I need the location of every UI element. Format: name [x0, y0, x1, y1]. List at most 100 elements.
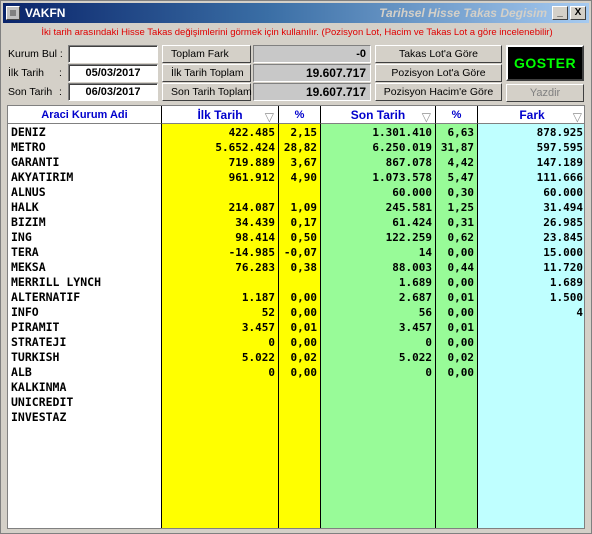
cell-name: MERRILL LYNCH — [11, 275, 102, 289]
cell-ilk: 76.283 — [235, 261, 275, 274]
table-row[interactable]: BIZIM 34.439 0,17 61.424 0,31 26.985 — [8, 215, 584, 230]
cell-name: METRO — [11, 140, 46, 154]
title-bar[interactable]: VAKFN Tarihsel Hisse Takas Degisim _ X — [3, 3, 589, 23]
table-row[interactable]: TERA -14.985 -0,07 14 0,00 15.000 — [8, 245, 584, 260]
header-ilk-tarih[interactable]: İlk Tarih ▽ — [161, 106, 278, 124]
cell-ilk: 5.652.424 — [215, 141, 275, 154]
kurum-bul-input[interactable] — [68, 45, 158, 63]
cell-ilk: 422.485 — [228, 126, 275, 139]
app-name: VAKFN — [25, 6, 66, 20]
son-tarih-label: Son Tarih — [8, 86, 53, 98]
header-son-pct[interactable]: % — [435, 106, 477, 124]
cell-ilk: 0 — [268, 336, 275, 349]
cell-name: TERA — [11, 245, 39, 259]
son-tarih-toplam-value: 19.607.717 — [253, 83, 371, 101]
cell-son-pct: 0,30 — [447, 186, 475, 199]
son-tarih-field[interactable]: 06/03/2017 — [68, 83, 158, 101]
cell-son-pct — [435, 395, 474, 410]
table-row[interactable]: MEKSA 76.283 0,38 88.003 0,44 11.720 — [8, 260, 584, 275]
cell-ilk — [161, 410, 275, 425]
yazdir-button[interactable]: Yazdir — [506, 84, 584, 102]
sort-icon: ▽ — [572, 110, 582, 124]
cell-ilk-pct: 1,09 — [290, 201, 318, 214]
cell-name: ALNUS — [11, 185, 46, 199]
close-button[interactable]: X — [570, 6, 586, 20]
table-row[interactable]: HALK 214.087 1,09 245.581 1,25 31.494 — [8, 200, 584, 215]
table-row[interactable]: INFO 52 0,00 56 0,00 4 — [8, 305, 584, 320]
pozisyon-lot-button[interactable]: Pozisyon Lot'a Göre — [375, 64, 502, 82]
cell-son: 3.457 — [398, 321, 432, 334]
table-row[interactable]: UNICREDIT — [8, 395, 584, 410]
table-row[interactable]: ALNUS 60.000 0,30 60.000 — [8, 185, 584, 200]
cell-son-pct: 0,02 — [447, 351, 475, 364]
cell-ilk — [161, 185, 275, 200]
cell-ilk-pct: -0,07 — [283, 246, 317, 259]
cell-ilk-pct: 4,90 — [290, 171, 318, 184]
cell-ilk: 719.889 — [228, 156, 275, 169]
cell-son: 0 — [425, 366, 432, 379]
cell-ilk-pct: 0,00 — [290, 306, 318, 319]
table-row[interactable]: PIRAMIT 3.457 0,01 3.457 0,01 — [8, 320, 584, 335]
cell-name: TURKISH — [11, 350, 60, 364]
table-row[interactable]: ALTERNATIF 1.187 0,00 2.687 0,01 1.500 — [8, 290, 584, 305]
table-row[interactable]: MERRILL LYNCH 1.689 0,00 1.689 — [8, 275, 584, 290]
minimize-button[interactable]: _ — [552, 6, 568, 20]
cell-ilk: 1.187 — [241, 291, 275, 304]
cell-fark: 878.925 — [536, 126, 583, 139]
cell-son: 56 — [418, 306, 432, 319]
cell-ilk: 52 — [261, 306, 275, 319]
table-row[interactable]: INVESTAZ — [8, 410, 584, 425]
cell-ilk-pct: 0,38 — [290, 261, 318, 274]
pozisyon-hacim-button[interactable]: Pozisyon Hacim'e Göre — [375, 83, 502, 101]
table-row[interactable]: KALKINMA — [8, 380, 584, 395]
cell-son: 1.689 — [398, 276, 432, 289]
goster-button[interactable]: GOSTER — [506, 45, 584, 81]
header-son-tarih[interactable]: Son Tarih ▽ — [320, 106, 435, 124]
toplam-fark-label: Toplam Fark — [162, 45, 251, 63]
takas-lot-button[interactable]: Takas Lot'a Göre — [375, 45, 502, 63]
table-row[interactable]: METRO 5.652.424 28,82 6.250.019 31,87 597.595 — [8, 140, 584, 155]
header-kurum[interactable]: Araci Kurum Adi — [8, 106, 161, 124]
cell-son: 88.003 — [392, 261, 432, 274]
cell-son: 122.259 — [385, 231, 432, 244]
takas-table[interactable]: Araci Kurum Adi İlk Tarih ▽ % Son Tarih … — [7, 105, 585, 529]
kurum-bul-label: Kurum Bul : — [8, 48, 63, 60]
cell-name: STRATEJI — [11, 335, 67, 349]
cell-son: 867.078 — [385, 156, 432, 169]
table-row[interactable]: ING 98.414 0,50 122.259 0,62 23.845 — [8, 230, 584, 245]
table-row[interactable]: STRATEJI 0 0,00 0 0,00 — [8, 335, 584, 350]
cell-fark — [477, 320, 583, 335]
table-row[interactable]: AKYATIRIM 961.912 4,90 1.073.578 5,47 111.666 — [8, 170, 584, 185]
cell-name: INFO — [11, 305, 39, 319]
header-ilk-pct-label: % — [294, 109, 305, 121]
cell-name: MEKSA — [11, 260, 46, 274]
cell-ilk: 34.439 — [235, 216, 275, 229]
ilk-tarih-field[interactable]: 05/03/2017 — [68, 64, 158, 82]
header-ilk-pct[interactable]: % — [278, 106, 320, 124]
cell-fark: 1.500 — [549, 291, 583, 304]
cell-son — [320, 395, 432, 410]
cell-ilk-pct: 0,00 — [290, 291, 318, 304]
header-fark[interactable]: Fark ▽ — [477, 106, 584, 124]
table-row[interactable]: GARANTI 719.889 3,67 867.078 4,42 147.189 — [8, 155, 584, 170]
cell-son: 14 — [418, 246, 432, 259]
sort-icon: ▽ — [264, 110, 274, 124]
cell-name: ALTERNATIF — [11, 290, 81, 304]
header-son-tarih-label: Son Tarih — [350, 108, 406, 122]
cell-name: UNICREDIT — [11, 395, 74, 409]
cell-name: ALB — [11, 365, 32, 379]
table-row[interactable]: TURKISH 5.022 0,02 5.022 0,02 — [8, 350, 584, 365]
cell-ilk — [161, 275, 275, 290]
cell-son-pct: 0,00 — [447, 306, 475, 319]
header-son-pct-label: % — [451, 109, 462, 121]
cell-name: PIRAMIT — [11, 320, 60, 334]
cell-son-pct: 6,63 — [447, 126, 475, 139]
cell-name: DENIZ — [11, 125, 46, 139]
table-row[interactable]: DENIZ 422.485 2,15 1.301.410 6,63 878.925 — [8, 125, 584, 140]
table-row[interactable]: ALB 0 0,00 0 0,00 — [8, 365, 584, 380]
cell-son-pct: 0,00 — [447, 276, 475, 289]
cell-son: 6.250.019 — [372, 141, 432, 154]
cell-son — [320, 380, 432, 395]
cell-son: 0 — [425, 336, 432, 349]
app-icon[interactable] — [6, 6, 20, 20]
